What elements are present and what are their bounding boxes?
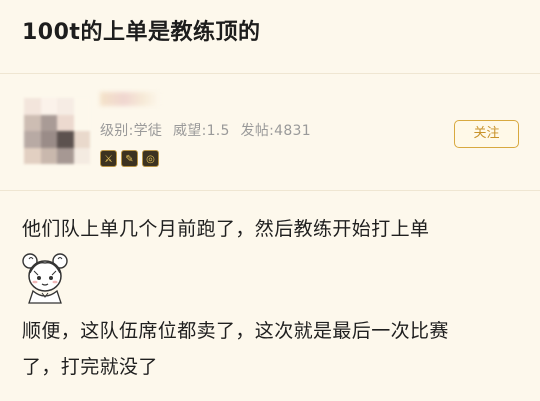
chibi-girl-sticker-icon xyxy=(22,253,68,304)
author-meta: 级别:学徒 威望:1.5 发帖:4831 xyxy=(100,120,311,140)
content-line-1: 他们队上单几个月前跑了，然后教练开始打上单 xyxy=(22,218,430,240)
author-avatar[interactable] xyxy=(24,98,90,164)
author-badges: ⚔ ✎ ◎ xyxy=(100,150,159,167)
rank-badge-icon[interactable]: ⚔ xyxy=(100,150,117,167)
feather-badge-icon[interactable]: ✎ xyxy=(121,150,138,167)
author-prestige: 威望:1.5 xyxy=(172,123,230,139)
author-divider xyxy=(0,190,540,191)
post-title: 100t的上单是教练顶的 xyxy=(22,20,261,45)
content-line-3: 了，打完就没了 xyxy=(22,356,158,378)
follow-button[interactable]: 关注 xyxy=(454,120,519,148)
target-badge-icon[interactable]: ◎ xyxy=(142,150,159,167)
content-line-2: 顺便，这队伍席位都卖了，这次就是最后一次比赛 xyxy=(22,320,449,342)
author-level: 级别:学徒 xyxy=(100,123,163,139)
author-name-redacted[interactable] xyxy=(100,92,160,106)
header-divider xyxy=(0,73,540,74)
author-post-count: 发帖:4831 xyxy=(240,123,311,139)
